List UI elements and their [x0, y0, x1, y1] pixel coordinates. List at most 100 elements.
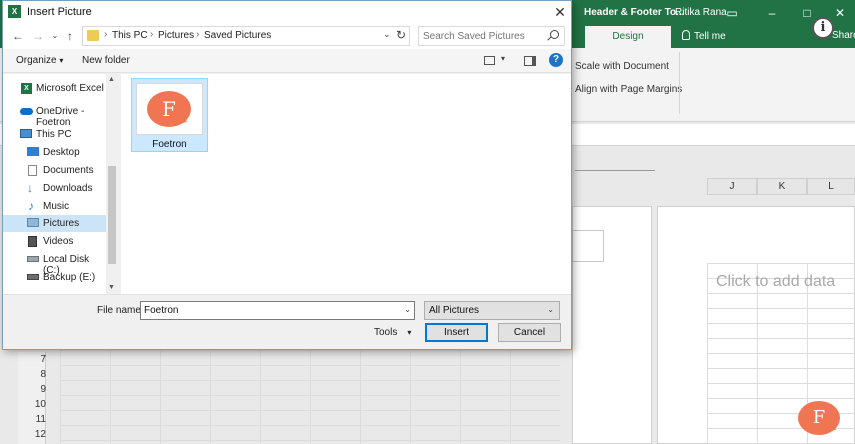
scale-with-document-option[interactable]: Scale with Document	[575, 61, 669, 72]
chevron-right-icon[interactable]: ›	[196, 29, 199, 40]
dialog-titlebar: X Insert Picture ✕	[3, 1, 571, 23]
column-header-j[interactable]: J	[707, 178, 757, 195]
row-header[interactable]: 12	[18, 429, 46, 440]
nav-item-this-pc[interactable]: This PC	[3, 126, 106, 143]
dialog-title: Insert Picture	[27, 6, 92, 18]
onedrive-icon	[20, 108, 33, 115]
file-name-label: Foetron	[152, 139, 187, 150]
nav-item-label: Desktop	[43, 147, 80, 158]
breadcrumb-pictures[interactable]: Pictures	[158, 30, 194, 41]
tab-design[interactable]: Design	[585, 26, 671, 48]
ribbon-separator	[679, 52, 680, 114]
nav-item-pictures[interactable]: Pictures	[3, 215, 106, 232]
nav-item-local-disk[interactable]: Local Disk (C:)	[3, 251, 106, 276]
desktop-icon	[27, 147, 39, 156]
search-input[interactable]	[423, 29, 545, 43]
documents-icon	[28, 165, 37, 176]
scroll-up-icon[interactable]: ▲	[108, 76, 115, 83]
search-box[interactable]	[418, 26, 565, 46]
nav-item-desktop[interactable]: Desktop	[3, 144, 106, 161]
row-header[interactable]: 10	[18, 399, 46, 410]
click-to-add-data[interactable]: Click to add data	[716, 273, 835, 291]
share-button[interactable]: Share	[832, 30, 855, 41]
nav-item-downloads[interactable]: ↓ Downloads	[3, 180, 106, 197]
scroll-down-icon[interactable]: ▼	[108, 284, 115, 291]
chevron-right-icon[interactable]: ›	[104, 29, 107, 40]
dialog-footer: File name: ⌄ All Pictures ⌄ Tools ▾ Inser…	[3, 294, 571, 349]
nav-item-label: Documents	[43, 165, 94, 176]
help-icon[interactable]: ?	[549, 53, 563, 67]
file-type-value: All Pictures	[429, 305, 480, 316]
restore-ribbon-icon[interactable]: ▭	[722, 4, 742, 22]
back-arrow-icon[interactable]: ←	[11, 28, 25, 44]
pictures-icon	[27, 218, 39, 227]
window-controls: ▭ – □ ✕	[722, 3, 855, 23]
address-bar[interactable]: › This PC › Pictures › Saved Pictures ⌄ …	[82, 26, 410, 46]
insert-button[interactable]: Insert	[425, 323, 488, 342]
nav-item-label: Pictures	[43, 218, 80, 229]
maximize-icon[interactable]: □	[797, 4, 817, 22]
minimize-icon[interactable]: –	[762, 4, 782, 22]
nav-item-microsoft-excel[interactable]: X Microsoft Excel	[3, 80, 106, 97]
file-name-combobox[interactable]: ⌄	[140, 301, 415, 320]
cancel-button[interactable]: Cancel	[498, 323, 561, 342]
nav-pane-scrollbar[interactable]: ▲ ▼	[106, 74, 118, 294]
row-header[interactable]: 8	[18, 369, 46, 380]
breadcrumb-this-pc[interactable]: This PC	[112, 30, 148, 41]
nav-item-label: Microsoft Excel	[36, 83, 104, 94]
forward-arrow-icon[interactable]: →	[31, 28, 45, 44]
change-view-icon[interactable]	[484, 56, 495, 65]
header-section-box[interactable]	[572, 230, 604, 262]
view-options-dropdown-icon[interactable]: ▾	[501, 54, 505, 63]
chevron-down-icon[interactable]: ⌄	[547, 305, 554, 314]
tools-button[interactable]: Tools ▾	[374, 327, 411, 338]
lightbulb-icon	[682, 30, 690, 40]
dialog-close-button[interactable]: ✕	[551, 3, 569, 21]
excel-icon: X	[21, 83, 32, 94]
nav-item-label: This PC	[36, 129, 72, 140]
file-item-foetron[interactable]: F Foetron	[131, 78, 208, 152]
breadcrumb-saved-pictures[interactable]: Saved Pictures	[204, 30, 271, 41]
refresh-icon[interactable]: ↻	[396, 28, 406, 42]
new-folder-button[interactable]: New folder	[82, 55, 130, 66]
excel-title: Header & Footer To...	[584, 7, 685, 18]
foetron-logo-thumbnail: F	[147, 91, 191, 127]
organize-button[interactable]: Organize ▾	[16, 55, 63, 66]
excel-user[interactable]: Ritika Rana	[675, 7, 727, 18]
tell-me-search[interactable]: Tell me	[682, 30, 726, 42]
nav-item-documents[interactable]: Documents	[3, 162, 106, 179]
file-name-input[interactable]	[144, 304, 396, 317]
align-with-margins-option[interactable]: Align with Page Margins	[575, 84, 682, 95]
row-header[interactable]: 11	[18, 414, 46, 425]
close-icon[interactable]: ✕	[830, 4, 850, 22]
insert-picture-dialog: X Insert Picture ✕ ← → ⌄ ↑ › This PC › P…	[2, 0, 572, 350]
preview-pane-icon[interactable]	[524, 56, 536, 66]
chevron-down-icon[interactable]: ⌄	[383, 29, 391, 40]
info-icon[interactable]: i	[812, 17, 834, 39]
cell-grid-left[interactable]	[60, 350, 560, 444]
tell-me-label: Tell me	[694, 31, 726, 42]
nav-item-label: Downloads	[43, 183, 93, 194]
chevron-right-icon[interactable]: ›	[150, 29, 153, 40]
nav-item-onedrive[interactable]: OneDrive - Foetron	[3, 103, 106, 128]
column-header-k[interactable]: K	[757, 178, 807, 195]
videos-icon	[28, 236, 37, 247]
row-header[interactable]: 7	[18, 354, 46, 365]
nav-item-music[interactable]: ♪ Music	[3, 198, 106, 215]
computer-icon	[20, 129, 32, 138]
column-header-l[interactable]: L	[807, 178, 855, 195]
search-icon[interactable]	[550, 30, 559, 39]
row-header[interactable]: 9	[18, 384, 46, 395]
nav-item-videos[interactable]: Videos	[3, 233, 106, 250]
folder-icon	[87, 30, 99, 41]
recent-dropdown-icon[interactable]: ⌄	[48, 28, 62, 44]
nav-item-label: Backup (E:)	[43, 272, 96, 283]
chevron-down-icon[interactable]: ⌄	[404, 305, 411, 314]
file-thumbnail: F	[136, 83, 203, 135]
file-type-select[interactable]: All Pictures ⌄	[424, 301, 560, 320]
download-icon: ↓	[27, 181, 33, 195]
up-arrow-icon[interactable]: ↑	[63, 28, 77, 44]
nav-item-backup[interactable]: Backup (E:)	[3, 269, 106, 286]
file-list: F Foetron	[121, 74, 571, 294]
scrollbar-thumb[interactable]	[108, 166, 116, 264]
